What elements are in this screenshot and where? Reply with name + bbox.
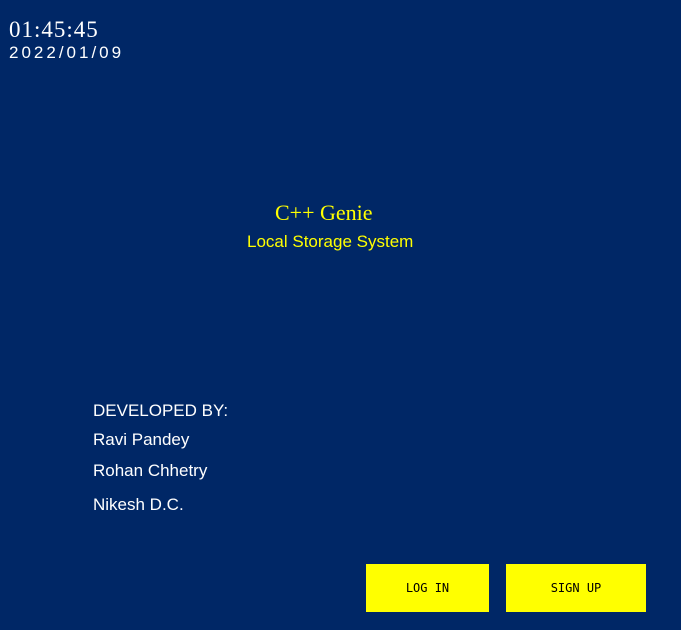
credit-name: Rohan Chhetry <box>93 461 208 480</box>
credits-heading: DEVELOPED BY: <box>93 401 229 420</box>
login-button[interactable]: LOG IN <box>366 564 489 612</box>
clock-date: 2022/01/09 <box>9 43 125 62</box>
clock-time: 01:45:45 <box>9 17 99 42</box>
app-subtitle: Local Storage System <box>247 232 414 251</box>
credit-name: Ravi Pandey <box>93 430 190 449</box>
signup-button[interactable]: SIGN UP <box>506 564 646 612</box>
credit-name: Nikesh D.C. <box>93 495 184 514</box>
app-title: C++ Genie <box>275 200 373 225</box>
